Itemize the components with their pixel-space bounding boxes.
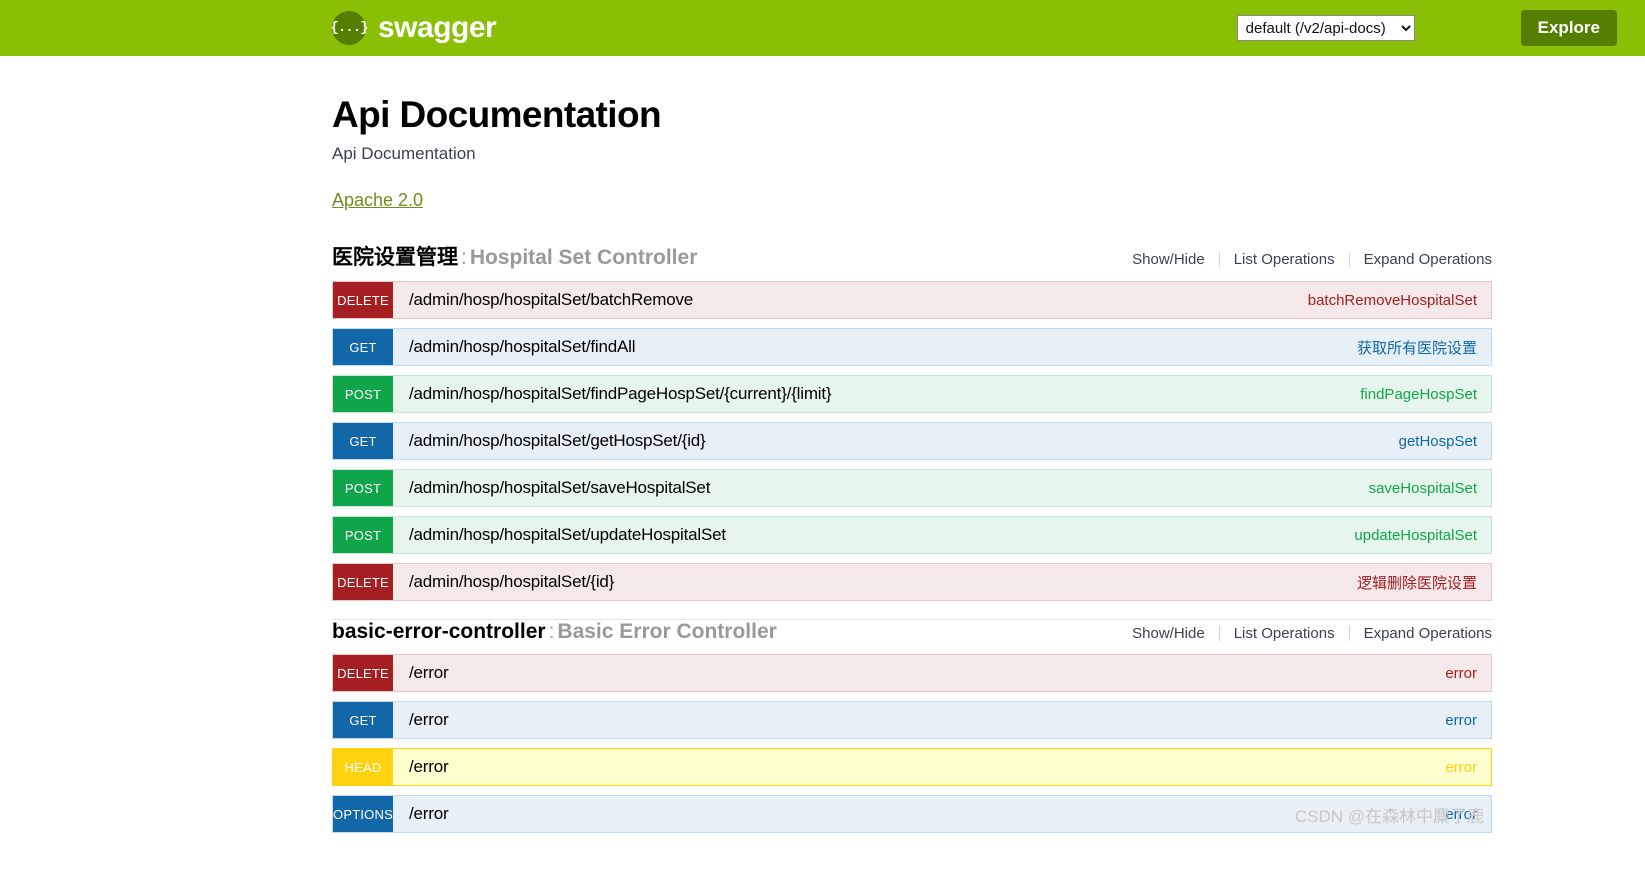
http-method-badge: GET — [333, 702, 393, 738]
page-title: Api Documentation — [332, 94, 662, 135]
http-method-badge: DELETE — [333, 655, 393, 691]
operation-row[interactable]: OPTIONS/error error — [332, 795, 1492, 833]
operation-summary: getHospSet — [1398, 432, 1477, 450]
expand-operations-link[interactable]: Expand Operations — [1350, 251, 1492, 268]
resource-title[interactable]: basic-error-controller: Basic Error Contr… — [332, 620, 777, 644]
http-method-badge: DELETE — [333, 282, 393, 318]
resource-section: basic-error-controller: Basic Error Contr… — [332, 619, 1492, 833]
operation-row[interactable]: POST/admin/hosp/hospitalSet/updateHospit… — [332, 516, 1492, 554]
operation-summary: 获取所有医院设置 — [1356, 339, 1477, 357]
top-header-bar: {...} swagger default (/v2/api-docs) Exp… — [0, 0, 1645, 56]
expand-operations-link[interactable]: Expand Operations — [1350, 625, 1492, 642]
swagger-logo[interactable]: {...} swagger — [331, 11, 497, 45]
operation-summary: error — [1445, 758, 1477, 776]
operation-summary: saveHospitalSet — [1368, 479, 1477, 497]
list-operations-link[interactable]: List Operations — [1220, 625, 1349, 642]
http-method-badge: OPTIONS — [333, 796, 393, 832]
resource-separator: : — [461, 246, 467, 269]
operation-summary: updateHospitalSet — [1354, 526, 1477, 544]
swagger-brace-icon: {...} — [331, 11, 369, 45]
operation-path: /admin/hosp/hospitalSet/{id} — [409, 572, 615, 591]
operation-path: /admin/hosp/hospitalSet/findPageHospSet/… — [409, 384, 832, 403]
operation-path: /error — [409, 663, 449, 682]
page-subtitle: Api Documentation — [332, 144, 476, 163]
operation-row[interactable]: DELETE/admin/hosp/hospitalSet/{id} 逻辑删除医院… — [332, 563, 1492, 601]
header-controls: default (/v2/api-docs) Explore — [1236, 10, 1617, 46]
resource-description: Basic Error Controller — [557, 620, 777, 643]
http-method-badge: HEAD — [333, 749, 393, 785]
operation-path: /admin/hosp/hospitalSet/batchRemove — [409, 290, 694, 309]
operation-path: /admin/hosp/hospitalSet/updateHospitalSe… — [409, 525, 726, 544]
operation-summary: batchRemoveHospitalSet — [1307, 291, 1477, 309]
operation-path: /error — [409, 804, 449, 823]
resource-separator: : — [548, 620, 555, 643]
operation-row[interactable]: DELETE/error error — [332, 654, 1492, 692]
api-docs-select[interactable]: default (/v2/api-docs) — [1236, 15, 1415, 41]
http-method-badge: POST — [333, 376, 393, 412]
show-hide-link[interactable]: Show/Hide — [1118, 625, 1219, 642]
http-method-badge: POST — [333, 517, 393, 553]
operation-summary: error — [1445, 711, 1477, 729]
show-hide-link[interactable]: Show/Hide — [1118, 251, 1219, 268]
operation-path: /error — [409, 757, 449, 776]
resource-header: 医院设置管理: Hospital Set Controller Show/Hide L… — [332, 241, 1492, 281]
http-method-badge: GET — [333, 329, 393, 365]
operation-summary: error — [1445, 664, 1477, 682]
resource-actions: Show/Hide List Operations Expand Operation… — [1118, 251, 1492, 268]
operation-row[interactable]: DELETE/admin/hosp/hospitalSet/batchRemov… — [332, 281, 1492, 319]
license-link[interactable]: Apache 2.0 — [332, 190, 423, 211]
operation-summary: 逻辑删除医院设置 — [1356, 574, 1477, 592]
operation-path: /admin/hosp/hospitalSet/getHospSet/{id} — [409, 431, 706, 450]
operation-path: /error — [409, 710, 449, 729]
operation-summary: findPageHospSet — [1360, 385, 1477, 403]
http-method-badge: DELETE — [333, 564, 393, 600]
operation-path: /admin/hosp/hospitalSet/saveHospitalSet — [409, 478, 711, 497]
resource-actions: Show/Hide List Operations Expand Operation… — [1118, 625, 1492, 642]
resource-description: Hospital Set Controller — [469, 246, 698, 269]
operation-row[interactable]: POST/admin/hosp/hospitalSet/findPageHosp… — [332, 375, 1492, 413]
swagger-brand-label: swagger — [378, 11, 497, 44]
main-content: Api Documentation Api Documentation Apac… — [332, 56, 1492, 833]
operation-row[interactable]: GET/admin/hosp/hospitalSet/getHospSet/{i… — [332, 422, 1492, 460]
resource-name: basic-error-controller — [332, 620, 546, 643]
operation-row[interactable]: GET/error error — [332, 701, 1492, 739]
explore-button[interactable]: Explore — [1520, 10, 1617, 46]
list-operations-link[interactable]: List Operations — [1220, 251, 1349, 268]
resource-section: 医院设置管理: Hospital Set Controller Show/Hide L… — [332, 241, 1492, 601]
operation-row[interactable]: HEAD/error error — [332, 748, 1492, 786]
operation-row[interactable]: POST/admin/hosp/hospitalSet/saveHospital… — [332, 469, 1492, 507]
resource-name: 医院设置管理 — [332, 246, 458, 269]
http-method-badge: POST — [333, 470, 393, 506]
http-method-badge: GET — [333, 423, 393, 459]
operation-summary: error — [1445, 805, 1477, 823]
resource-title[interactable]: 医院设置管理: Hospital Set Controller — [332, 241, 697, 271]
operation-path: /admin/hosp/hospitalSet/findAll — [409, 337, 636, 356]
resource-header: basic-error-controller: Basic Error Contr… — [332, 620, 1492, 654]
operation-row[interactable]: GET/admin/hosp/hospitalSet/findAll 获取所有医院… — [332, 328, 1492, 366]
resource-list: 医院设置管理: Hospital Set Controller Show/Hide L… — [332, 241, 1492, 833]
